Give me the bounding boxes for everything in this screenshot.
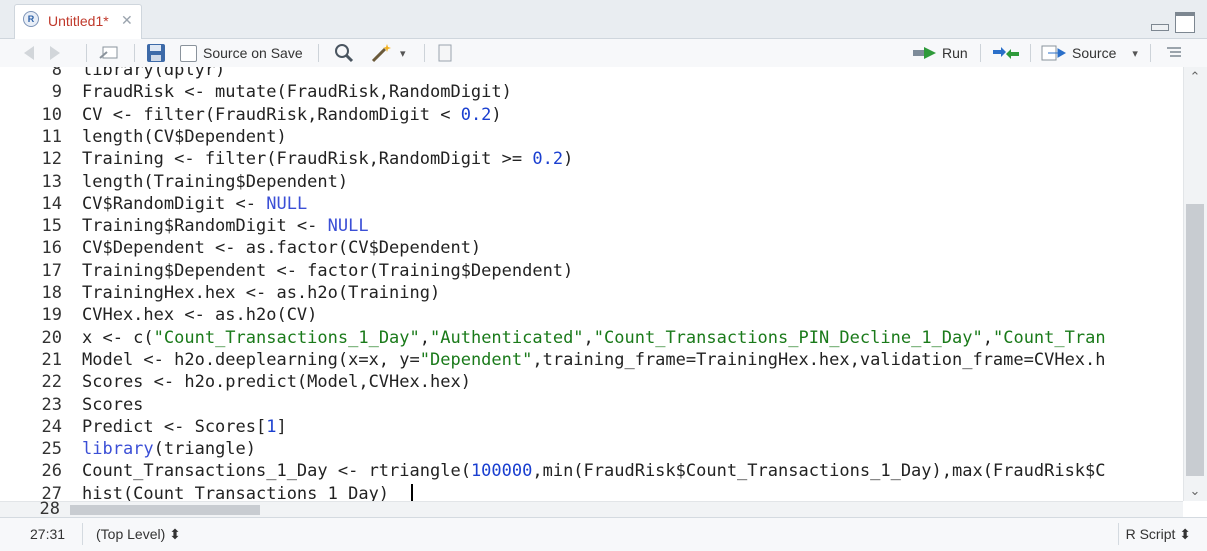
r-file-icon: R bbox=[23, 11, 39, 27]
toolbar-divider bbox=[318, 44, 319, 62]
show-in-new-window-button[interactable] bbox=[98, 39, 120, 67]
chevron-down-icon[interactable]: ▾ bbox=[1132, 47, 1138, 60]
code-line[interactable]: Model <- h2o.deeplearning(x=x, y="Depend… bbox=[82, 349, 1106, 371]
code-line[interactable]: hist(Count_Transactions_1_Day) bbox=[82, 483, 389, 501]
scroll-up-icon[interactable]: ⌃ bbox=[1184, 69, 1206, 85]
toolbar-divider bbox=[1150, 44, 1151, 62]
code-line[interactable]: FraudRisk <- mutate(FraudRisk,RandomDigi… bbox=[82, 81, 512, 103]
cursor-position: 27:31 bbox=[30, 526, 66, 542]
line-number: 26 bbox=[41, 461, 62, 482]
editor-toolbar: Source on Save ▾ Run Source ▾ bbox=[0, 39, 1207, 68]
code-line[interactable]: Training$Dependent <- factor(Training$De… bbox=[82, 260, 573, 282]
document-outline-button[interactable] bbox=[1166, 39, 1182, 67]
line-number: 19 bbox=[41, 305, 62, 326]
minimize-icon[interactable] bbox=[1151, 24, 1169, 31]
maximize-icon[interactable] bbox=[1175, 12, 1195, 33]
code-line[interactable]: TrainingHex.hex <- as.h2o(Training) bbox=[82, 282, 440, 304]
scrollbar-thumb[interactable] bbox=[1186, 204, 1204, 476]
horizontal-scrollbar[interactable] bbox=[0, 501, 1183, 517]
rerun-button[interactable] bbox=[992, 39, 1020, 67]
back-button[interactable] bbox=[24, 39, 34, 67]
save-button[interactable] bbox=[146, 39, 166, 67]
source-on-save-checkbox[interactable]: Source on Save bbox=[180, 39, 303, 67]
file-type-selector[interactable]: R Script ⬍ bbox=[1126, 526, 1191, 543]
text-cursor bbox=[411, 483, 413, 501]
code-line[interactable]: Scores <- h2o.predict(Model,CVHex.hex) bbox=[82, 371, 471, 393]
line-number: 28 bbox=[39, 499, 60, 519]
compile-report-icon bbox=[438, 44, 452, 62]
line-number: 10 bbox=[41, 104, 62, 125]
code-line[interactable]: Count_Transactions_1_Day <- rtriangle(10… bbox=[82, 460, 1106, 482]
code-line[interactable]: library(triangle) bbox=[82, 438, 256, 460]
outline-icon bbox=[1167, 47, 1181, 57]
toolbar-divider bbox=[980, 44, 981, 62]
code-line[interactable]: x <- c("Count_Transactions_1_Day","Authe… bbox=[82, 327, 1106, 349]
line-number: 18 bbox=[41, 283, 62, 303]
code-line[interactable]: CVHex.hex <- as.h2o(CV) bbox=[82, 304, 317, 326]
save-icon bbox=[147, 44, 165, 62]
run-label: Run bbox=[942, 45, 968, 61]
code-line[interactable]: Training <- filter(FraudRisk,RandomDigit… bbox=[82, 148, 573, 170]
chevron-down-icon[interactable]: ▾ bbox=[400, 47, 406, 60]
source-on-save-label: Source on Save bbox=[203, 45, 303, 61]
source-icon bbox=[1041, 45, 1066, 61]
forward-arrow-icon bbox=[50, 46, 60, 60]
tab-bar: R Untitled1* ✕ bbox=[0, 0, 1207, 39]
checkbox-box[interactable] bbox=[180, 44, 197, 62]
status-bar: 27:31 (Top Level) ⬍ R Script ⬍ bbox=[0, 517, 1207, 551]
line-number: 16 bbox=[41, 238, 62, 259]
line-number: 12 bbox=[41, 149, 62, 170]
line-number: 9 bbox=[51, 82, 62, 103]
line-number: 8 bbox=[51, 67, 62, 80]
source-button[interactable]: Source ▾ bbox=[1040, 39, 1138, 67]
rerun-icon bbox=[993, 47, 1019, 59]
line-number: 17 bbox=[41, 260, 62, 281]
code-line[interactable]: Scores bbox=[82, 394, 143, 416]
code-line[interactable]: Training$RandomDigit <- NULL bbox=[82, 215, 369, 237]
line-number: 23 bbox=[41, 394, 62, 415]
compile-report-button[interactable] bbox=[436, 39, 454, 67]
scrollbar-thumb[interactable] bbox=[70, 505, 260, 515]
forward-button[interactable] bbox=[50, 39, 60, 67]
toolbar-divider bbox=[1030, 44, 1031, 62]
code-line[interactable]: CV$RandomDigit <- NULL bbox=[82, 193, 307, 215]
toolbar-divider bbox=[424, 44, 425, 62]
show-in-window-icon bbox=[99, 46, 118, 59]
code-line[interactable]: Predict <- Scores[1] bbox=[82, 416, 287, 438]
code-line[interactable]: library(dplyr) bbox=[82, 67, 225, 81]
code-line[interactable]: CV <- filter(FraudRisk,RandomDigit < 0.2… bbox=[82, 104, 502, 126]
code-tools-button[interactable]: ▾ bbox=[370, 39, 406, 67]
line-number: 24 bbox=[41, 416, 62, 437]
vertical-scrollbar[interactable]: ⌃ ⌄ bbox=[1183, 67, 1207, 501]
scope-selector[interactable]: (Top Level) ⬍ bbox=[96, 526, 181, 543]
toolbar-divider bbox=[86, 44, 87, 62]
run-button[interactable]: Run bbox=[912, 39, 968, 67]
back-arrow-icon bbox=[24, 46, 34, 60]
line-number: 15 bbox=[41, 216, 62, 237]
line-number: 21 bbox=[41, 349, 62, 370]
line-number: 13 bbox=[41, 171, 62, 192]
close-icon[interactable]: ✕ bbox=[121, 12, 133, 29]
code-line[interactable]: CV$Dependent <- as.factor(CV$Dependent) bbox=[82, 237, 481, 259]
run-arrow-icon bbox=[913, 47, 936, 59]
status-divider bbox=[1118, 523, 1119, 545]
line-number: 14 bbox=[41, 193, 62, 214]
toolbar-divider bbox=[134, 44, 135, 62]
line-number: 22 bbox=[41, 372, 62, 393]
magic-wand-icon bbox=[371, 44, 391, 63]
scroll-down-icon[interactable]: ⌄ bbox=[1184, 483, 1206, 499]
code-line[interactable]: length(CV$Dependent) bbox=[82, 126, 287, 148]
find-replace-button[interactable] bbox=[334, 39, 354, 67]
status-divider bbox=[82, 523, 83, 545]
line-number: 25 bbox=[41, 439, 62, 460]
search-icon bbox=[335, 44, 354, 63]
tab-title: Untitled1* bbox=[48, 13, 109, 29]
editor-tab-untitled1[interactable]: R Untitled1* ✕ bbox=[14, 4, 142, 39]
line-number: 11 bbox=[41, 126, 62, 147]
source-label: Source bbox=[1072, 45, 1117, 61]
line-number-gutter: 8 9 10 11 12 13 14 15 16 17 18 19 20 21 22 23 24 25 26 27 bbox=[0, 67, 70, 501]
code-line[interactable]: length(Training$Dependent) bbox=[82, 171, 348, 193]
code-editor[interactable]: 8 9 10 11 12 13 14 15 16 17 18 19 20 21 22 23 24 25 26 27 l… bbox=[0, 67, 1183, 501]
line-number: 20 bbox=[41, 327, 62, 348]
